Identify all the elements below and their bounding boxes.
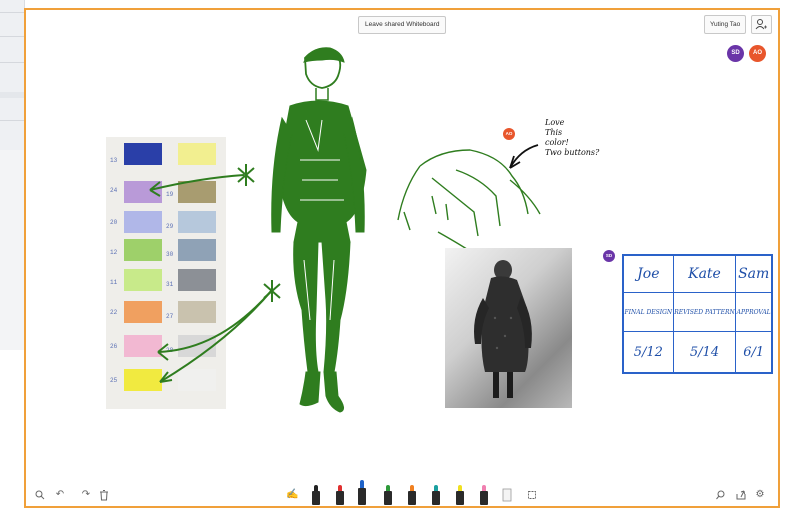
table-header: Joe [622, 254, 674, 293]
yellow-highlighter[interactable] [456, 485, 464, 505]
ruler-icon[interactable] [500, 488, 514, 502]
note-line: Love [545, 118, 565, 127]
note-line: This [545, 128, 563, 137]
settings-icon[interactable]: ⚙ [754, 488, 766, 502]
table-cell: 6/1 [735, 331, 773, 374]
table-cell: APPROVAL [735, 292, 773, 332]
green-pen[interactable] [384, 485, 392, 505]
collaborator-cursor-ao: AO [503, 128, 515, 140]
teal-pen[interactable] [432, 485, 440, 505]
table-cell: 5/12 [622, 331, 674, 374]
table-header: Sam [735, 254, 773, 293]
pink-highlighter[interactable] [480, 485, 488, 505]
trash-icon[interactable] [98, 488, 110, 502]
coat-photo[interactable] [445, 248, 572, 408]
touch-draw-icon[interactable]: ✍ [286, 488, 298, 502]
redo-icon[interactable]: ↷ [80, 488, 92, 502]
search-icon[interactable] [715, 488, 727, 502]
black-pen[interactable] [312, 485, 320, 505]
collaborator-cursor-sd: SD [603, 250, 615, 262]
note-line: color! [545, 138, 569, 147]
note-line: Two buttons? [545, 148, 600, 157]
share-icon[interactable] [735, 488, 747, 502]
schedule-table[interactable]: Joe Kate Sam FINAL DESIGN REVISED PATTER… [622, 254, 773, 374]
blue-pen[interactable] [358, 480, 366, 505]
table-header: Kate [672, 254, 737, 293]
orange-pen[interactable] [408, 485, 416, 505]
table-cell: FINAL DESIGN [622, 292, 674, 332]
lasso-icon[interactable] [526, 488, 538, 502]
handwritten-note[interactable]: Love This color! Two buttons? [545, 118, 599, 158]
coat-figure [474, 260, 532, 398]
undo-icon[interactable]: ↶ [54, 488, 66, 502]
zoom-icon[interactable] [34, 488, 46, 502]
table-cell: REVISED PATTERN [672, 292, 737, 332]
table-cell: 5/14 [672, 331, 737, 374]
red-pen[interactable] [336, 485, 344, 505]
